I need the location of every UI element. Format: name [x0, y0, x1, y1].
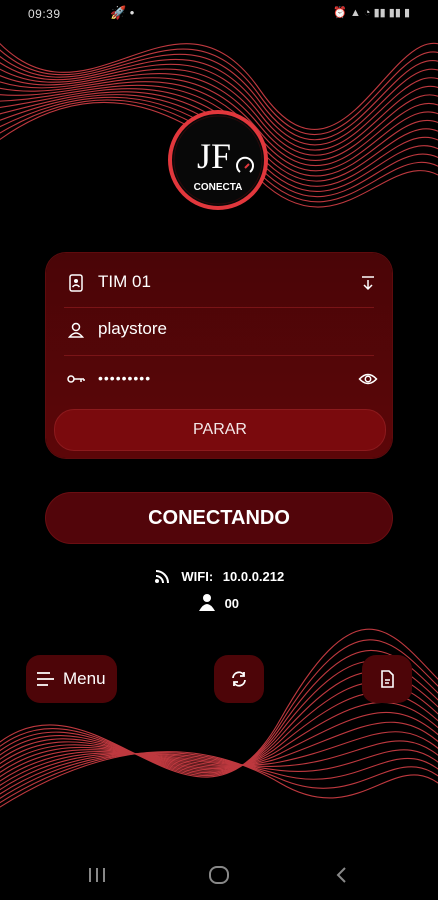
system-nav-bar	[0, 850, 438, 900]
recent-apps-icon[interactable]	[86, 865, 108, 885]
connect-button[interactable]: CONECTANDO	[46, 493, 392, 543]
id-card-icon	[69, 274, 83, 292]
password-field[interactable]: •••••••••	[46, 355, 392, 403]
wifi-icon	[154, 570, 169, 584]
menu-button[interactable]: Menu	[26, 655, 117, 703]
logo-initials: JF	[197, 136, 231, 176]
eye-icon[interactable]	[358, 369, 378, 389]
status-time: 09:39	[28, 7, 61, 21]
file-icon	[381, 670, 394, 688]
stop-button[interactable]: PARAR	[54, 409, 386, 451]
app-logo: JF CONECTA	[168, 110, 268, 210]
key-icon	[67, 375, 85, 383]
refresh-button[interactable]	[214, 655, 264, 703]
username-value: playstore	[98, 319, 167, 338]
file-button[interactable]	[362, 655, 412, 703]
status-bar: 09:39 🚀 • ⏰ ▲ ◔ ▮▮ ▮▮ ▮	[0, 0, 438, 28]
wifi-label: WIFI:	[181, 569, 214, 584]
notification-icons: 🚀 •	[110, 5, 135, 20]
back-icon[interactable]	[334, 865, 350, 885]
users-count: 00	[224, 596, 240, 611]
download-arrow-icon[interactable]	[358, 273, 378, 293]
system-status-icons: ⏰ ▲ ◔ ▮▮ ▮▮ ▮	[333, 7, 410, 19]
server-name: TIM 01	[98, 272, 151, 291]
wifi-ip: 10.0.0.212	[222, 569, 285, 584]
password-mask: •••••••••	[98, 370, 152, 386]
menu-lines-icon	[37, 672, 54, 686]
wifi-info: WIFI: 10.0.0.212	[0, 568, 438, 584]
users-info: 00	[0, 593, 438, 611]
menu-label: Menu	[63, 669, 106, 688]
refresh-icon	[232, 671, 246, 687]
username-field[interactable]: playstore	[46, 306, 392, 354]
logo-brand: CONECTA	[194, 182, 243, 193]
person-icon	[198, 594, 215, 611]
server-selector[interactable]: TIM 01	[46, 259, 392, 307]
home-icon[interactable]	[207, 865, 231, 885]
user-icon	[67, 322, 85, 338]
login-card: TIM 01 playstore ••••••••• PARAR	[46, 253, 392, 458]
